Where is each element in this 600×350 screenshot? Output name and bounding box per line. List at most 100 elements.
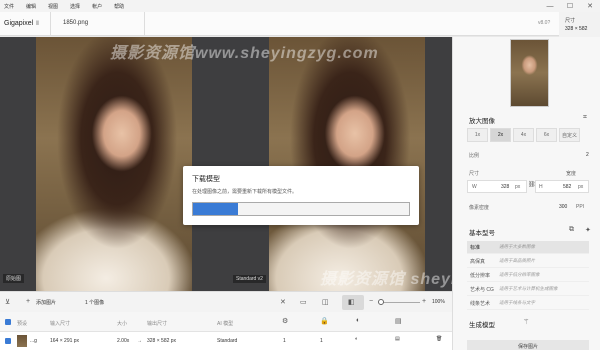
width-label: W: [472, 184, 477, 190]
model-option-high-fidelity[interactable]: 高保真 适用于高品质照片: [467, 255, 589, 268]
lock-icon[interactable]: 🔒: [320, 317, 329, 325]
format-icon[interactable]: ▤: [395, 317, 402, 325]
size-info-label: 尺寸: [565, 18, 576, 24]
select-all-checkbox[interactable]: [5, 319, 11, 325]
column-header: AI 模型: [217, 321, 234, 327]
close-button[interactable]: ✕: [580, 0, 600, 12]
split-view-icon[interactable]: ◫: [322, 298, 329, 306]
model-option-line-art[interactable]: 线条艺术 适用于线条与文字: [467, 297, 589, 310]
scale-value[interactable]: 2: [586, 152, 589, 158]
save-images-button[interactable]: 保存图片: [467, 340, 589, 350]
row-model: Standard: [217, 338, 238, 344]
watermark: 摄影资源馆 sheying: [320, 271, 452, 288]
model-name: 艺术与 CG: [470, 286, 494, 293]
file-tab[interactable]: 1850.png: [50, 12, 145, 36]
menu-bar: 文件 编辑 视图 选择 帐户 帮助: [0, 0, 600, 12]
scale-option-4x[interactable]: 4x: [513, 128, 534, 142]
menu-file[interactable]: 文件: [4, 3, 14, 10]
adjust-icon[interactable]: ◐: [356, 317, 360, 324]
scale-option-6x[interactable]: 6x: [536, 128, 557, 142]
zoom-slider-handle[interactable]: [378, 299, 384, 305]
model-option-art-cg[interactable]: 艺术与 CG 适用于艺术与计算机生成图像: [467, 283, 589, 296]
bottom-toolbar: ⊻ + 添加图片 1 个图像 ✕ ▭ ◫ ◧ − + 100%: [0, 291, 452, 312]
menu-edit[interactable]: 编辑: [26, 3, 36, 10]
row-checkbox[interactable]: [5, 338, 11, 344]
size-unit-hint: 宽度: [566, 171, 577, 177]
wand-icon[interactable]: ⚚: [523, 318, 529, 326]
scale-option-custom[interactable]: 自定义: [559, 128, 580, 142]
trash-icon[interactable]: 🗑: [436, 336, 442, 342]
generative-section-title: 生成模型: [469, 322, 495, 329]
app-title: Gigapixel: [4, 20, 34, 27]
height-unit: px: [578, 184, 584, 190]
zoom-out-icon[interactable]: −: [369, 298, 373, 305]
collapse-icon[interactable]: ⊻: [5, 298, 10, 306]
column-header: 预设: [17, 321, 28, 327]
maximize-button[interactable]: ☐: [560, 0, 580, 12]
model-name: 线条艺术: [470, 300, 491, 307]
navigator-thumbnail[interactable]: [510, 39, 549, 107]
add-icon[interactable]: +: [26, 298, 30, 305]
download-progress-bar: [192, 202, 410, 216]
table-header: 预设 输入尺寸 大小 输出尺寸 AI 模型 ⚙ 🔒 ◐ ▤: [0, 312, 452, 332]
version-label: v8.0?: [538, 20, 551, 26]
model-description: 适用于低分辨率图像: [499, 272, 540, 277]
selected-count: 1 个图像: [85, 300, 105, 306]
toggle-icon[interactable]: ◐: [355, 336, 358, 342]
scale-options: 1x 2x 4x 6x 自定义: [467, 128, 580, 142]
app-version-icon[interactable]: Ⅱ: [36, 20, 39, 27]
crop-icon[interactable]: ⌗: [583, 114, 587, 122]
height-label: H: [539, 184, 543, 190]
scale-option-1x[interactable]: 1x: [467, 128, 488, 142]
row-value: 1: [283, 338, 286, 344]
enlarge-section-title: 放大图像: [469, 118, 495, 125]
menu-select[interactable]: 选择: [70, 3, 80, 10]
compare-icon[interactable]: ⧉: [569, 226, 574, 234]
arrow-right-icon: →: [137, 338, 142, 344]
width-unit: px: [515, 184, 521, 190]
model-option-low-res[interactable]: 低分辨率 适用于低分辨率图像: [467, 269, 589, 282]
processed-preview: [269, 37, 425, 291]
row-scale: 2.00x: [117, 338, 130, 344]
single-view-icon[interactable]: ▭: [300, 298, 307, 306]
minimize-button[interactable]: —: [540, 0, 560, 12]
menu-account[interactable]: 帐户: [92, 3, 102, 10]
row-value: 1: [320, 338, 323, 344]
row-name: ...g: [30, 338, 37, 344]
original-tag: 原始图: [3, 274, 25, 283]
model-name: 高保真: [470, 258, 486, 265]
title-bar: Gigapixel Ⅱ 1850.png v8.0?: [0, 12, 600, 36]
model-description: 通用于大多数图像: [499, 244, 535, 249]
add-images-button[interactable]: 添加图片: [36, 299, 56, 306]
table-row[interactable]: ...g 164 × 291 px 2.00x → 328 × 582 px S…: [0, 332, 452, 350]
scale-label: 比例: [469, 153, 480, 159]
sparkle-icon[interactable]: ✦: [585, 226, 591, 234]
density-label: 像素密度: [469, 205, 490, 211]
menu-help[interactable]: 帮助: [114, 3, 124, 10]
model-section-title: 基本型号: [469, 230, 495, 237]
original-preview: [36, 37, 192, 291]
close-icon[interactable]: ✕: [280, 298, 286, 306]
zoom-level[interactable]: 100%: [432, 299, 445, 305]
row-input-size: 164 × 291 px: [50, 338, 80, 344]
portrait-image: [269, 37, 425, 291]
format-icon[interactable]: ▤: [395, 336, 400, 342]
size-info-panel: 尺寸 328 × 582: [559, 12, 600, 38]
settings-icon[interactable]: ⚙: [282, 317, 288, 325]
density-value[interactable]: 300: [559, 204, 567, 210]
save-button-label: 保存图片: [517, 343, 538, 350]
model-description: 适用于线条与文字: [499, 300, 535, 305]
preview-canvas[interactable]: 原始图 Standard v2 摄影资源馆www.sheyingzyg.com …: [0, 37, 452, 291]
row-output-size: 328 × 582 px: [147, 338, 177, 344]
progress-fill: [193, 203, 239, 215]
model-option-standard[interactable]: 标准 通用于大多数图像: [467, 241, 589, 254]
dialog-title: 下载模型: [192, 176, 220, 183]
scale-option-2x[interactable]: 2x: [490, 128, 511, 142]
density-unit: PPI: [576, 204, 585, 210]
zoom-slider[interactable]: [380, 302, 420, 303]
side-by-side-icon: ◧: [348, 299, 355, 306]
menu-view[interactable]: 视图: [48, 3, 58, 10]
zoom-in-icon[interactable]: +: [422, 298, 426, 305]
file-tab-label: 1850.png: [63, 20, 89, 26]
download-model-dialog: 下载模型 在处理图像之前，需要重新下载所有模型文件。: [183, 166, 419, 225]
